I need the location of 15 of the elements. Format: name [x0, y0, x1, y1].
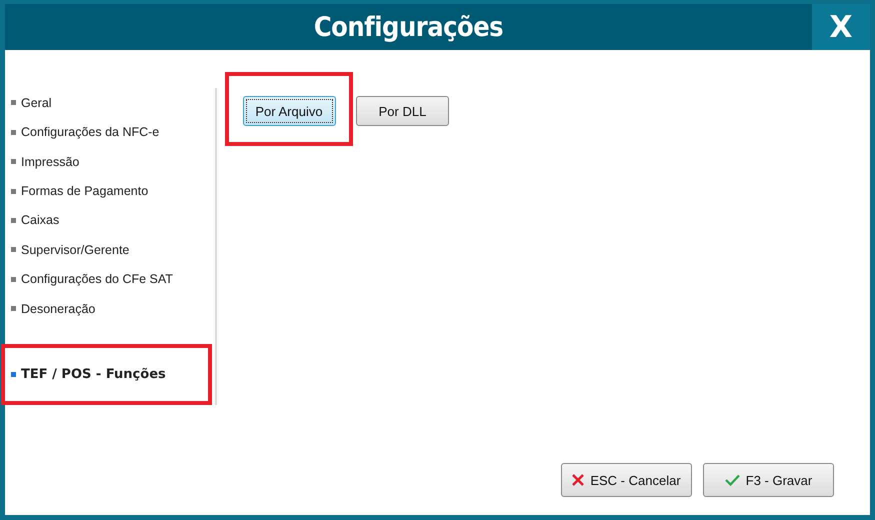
window-title: Configurações — [312, 10, 504, 44]
sidebar-item[interactable]: TEF / POS - Funções — [5, 360, 166, 390]
sidebar-item[interactable]: Caixas — [5, 206, 215, 236]
option-button[interactable]: Por DLL — [356, 96, 449, 126]
sidebar-item[interactable]: Configurações do CFe SAT — [5, 264, 215, 294]
sidebar-item[interactable]: Supervisor/Gerente — [5, 235, 215, 265]
sidebar-item[interactable]: Impressão — [5, 146, 215, 176]
option-button[interactable]: Por Arquivo — [242, 96, 336, 126]
sidebar-item[interactable]: Configurações da NFC-e — [5, 117, 215, 147]
save-button[interactable]: F3 - Gravar — [703, 463, 834, 497]
close-button[interactable]: X — [812, 4, 870, 50]
sidebar-item[interactable]: Desoneração — [5, 294, 215, 324]
sidebar-item[interactable]: Geral — [5, 88, 215, 118]
cancel-button[interactable]: ESC - Cancelar — [561, 463, 692, 497]
sidebar-item[interactable]: Formas de Pagamento — [5, 176, 215, 206]
